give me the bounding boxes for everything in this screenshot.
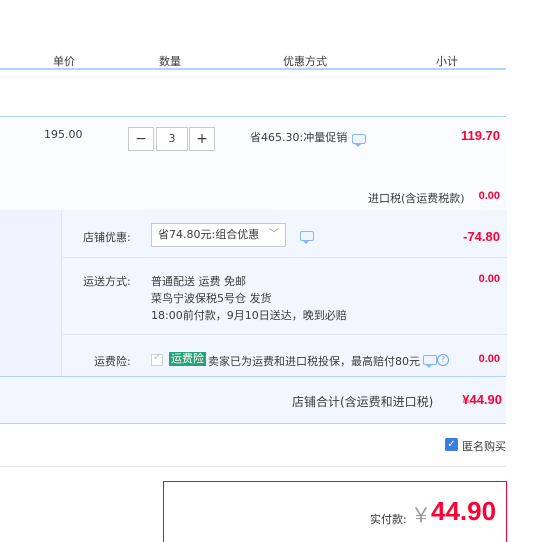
- help-icon[interactable]: ?: [437, 354, 449, 366]
- anonymous-label[interactable]: 匿名购买: [462, 438, 506, 454]
- insurance-label: 运费险:: [94, 355, 131, 368]
- chevron-down-icon: ﹀: [269, 229, 279, 240]
- shipping-eta: 18:00前付款，9月10日送达，晚到必赔: [151, 309, 347, 322]
- shop-discount-selected: 省74.80元:组合优惠: [158, 228, 260, 241]
- item-unit-price: 195.00: [44, 128, 83, 141]
- qty-plus-button[interactable]: +: [189, 127, 215, 151]
- anonymous-checkbox[interactable]: ✓: [445, 438, 458, 451]
- shop-discount-value: -74.80: [463, 229, 500, 244]
- header-divider: [0, 68, 506, 70]
- import-tax-value: 0.00: [478, 190, 500, 202]
- header-quantity: 数量: [159, 55, 181, 68]
- payment-amount: 44.90: [431, 496, 497, 526]
- shop-discount-select[interactable]: 省74.80元:组合优惠 ﹀: [151, 223, 286, 247]
- qty-minus-button[interactable]: −: [128, 127, 154, 151]
- comment-icon[interactable]: [423, 355, 437, 368]
- shipping-value: 0.00: [478, 273, 500, 285]
- insurance-text: 卖家已为运费和进口税投保，最高赔付80元: [208, 355, 420, 368]
- header-unit-price: 单价: [53, 55, 75, 68]
- shipping-method: 普通配送 运费 免邮: [151, 275, 246, 288]
- comment-icon[interactable]: [352, 134, 366, 147]
- shop-discount-label: 店铺优惠:: [83, 231, 131, 244]
- shipping-warehouse: 菜鸟宁波保税5号仓 发货: [151, 292, 272, 305]
- shop-total-label: 店铺合计(含运费和进口税): [292, 395, 434, 409]
- comment-icon[interactable]: [300, 231, 314, 244]
- header-discount: 优惠方式: [283, 55, 327, 68]
- payment-label: 实付款:: [370, 513, 407, 526]
- shop-total-value: ¥44.90: [462, 392, 502, 407]
- shop-panel-left: [0, 210, 61, 376]
- qty-input[interactable]: 3: [156, 127, 188, 151]
- item-row: 195.00 − 3 + 省465.30:冲量促销 119.70 进口税(含运费…: [0, 116, 506, 211]
- payment-currency: ￥: [411, 505, 431, 527]
- insurance-value: 0.00: [478, 353, 500, 365]
- divider: [0, 466, 506, 467]
- insurance-checkbox[interactable]: [151, 352, 163, 366]
- item-subtotal: 119.70: [460, 128, 500, 143]
- shipping-label: 运送方式:: [83, 275, 131, 288]
- header-subtotal: 小计: [436, 55, 458, 68]
- insurance-tag: 运费险: [169, 352, 206, 366]
- item-promo: 省465.30:冲量促销: [250, 131, 348, 144]
